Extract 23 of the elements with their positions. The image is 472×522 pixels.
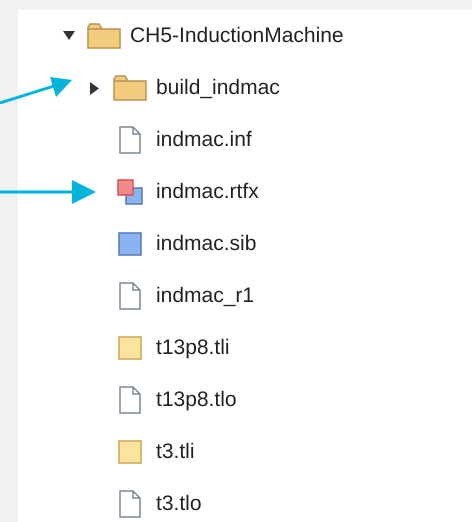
callout-arrow: [0, 77, 72, 104]
square-icon: [118, 232, 142, 256]
file-icon: [119, 490, 141, 518]
file-icon: [119, 126, 141, 154]
square-icon: [118, 336, 142, 360]
tree-item[interactable]: indmac.sib: [156, 232, 256, 256]
tree-item[interactable]: indmac_r1: [156, 284, 254, 308]
tree-item[interactable]: indmac.rtfx: [156, 180, 259, 204]
tree-item[interactable]: t13p8.tlo: [156, 388, 237, 412]
file-icon: [119, 386, 141, 414]
tree-item[interactable]: CH5-InductionMachine: [130, 24, 344, 48]
tree-item[interactable]: t3.tlo: [156, 492, 202, 516]
tree-item[interactable]: t13p8.tli: [156, 336, 230, 360]
collapsed-arrow-icon[interactable]: [90, 82, 100, 94]
folder-icon: [87, 23, 121, 49]
overlapping-squares-icon: [117, 179, 143, 205]
expanded-arrow-icon[interactable]: [63, 31, 75, 41]
file-icon: [119, 282, 141, 310]
folder-icon: [113, 75, 147, 101]
tree-item[interactable]: t3.tli: [156, 440, 195, 464]
tree-item[interactable]: build_indmac: [156, 76, 280, 100]
tree-item[interactable]: indmac.inf: [156, 128, 252, 152]
square-icon: [118, 440, 142, 464]
